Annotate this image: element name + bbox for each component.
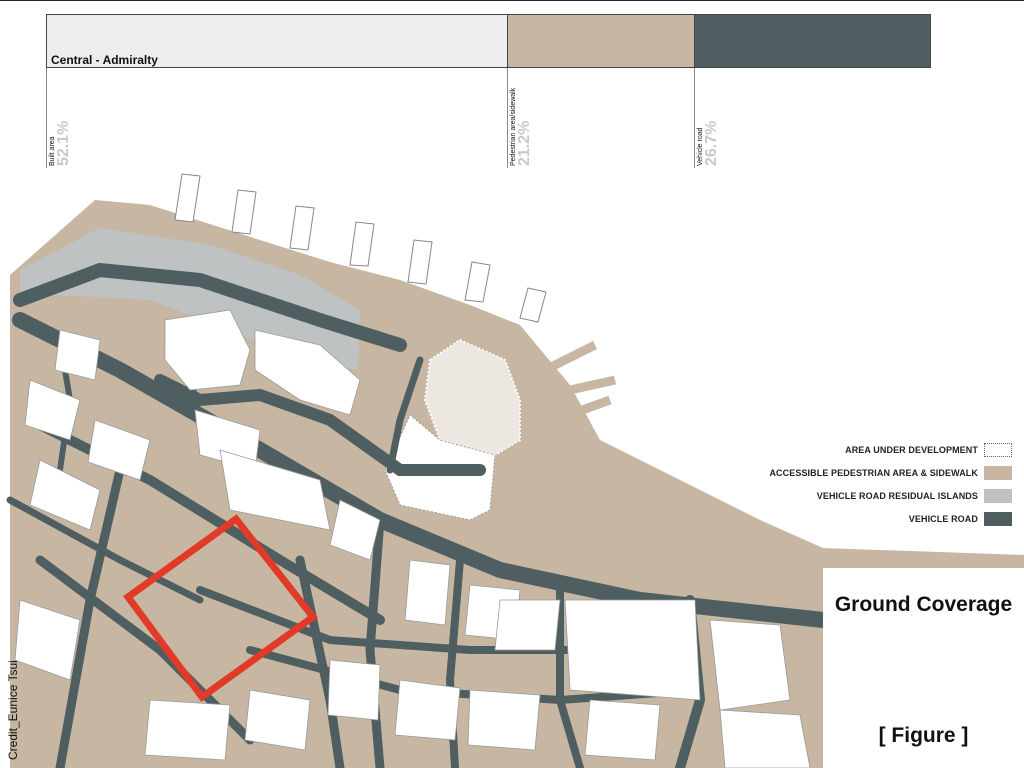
- legend-swatch-road: [984, 511, 1012, 526]
- legend-label: AREA UNDER DEVELOPMENT: [845, 444, 978, 455]
- bar-title: Central - Admiralty: [51, 53, 158, 67]
- divider-built: [46, 68, 47, 168]
- label-ped-percent: 21.2%: [516, 120, 533, 166]
- bar-segment-road: [694, 14, 931, 68]
- panel-title: Ground Coverage: [834, 593, 1013, 616]
- pier-icon: [519, 287, 547, 323]
- legend-label: VEHICLE ROAD: [908, 513, 978, 524]
- credit-text: Credit_Eunice Tsui: [6, 660, 20, 760]
- legend-row-road: VEHICLE ROAD: [769, 510, 1012, 527]
- label-built: Built area 52.1%: [49, 121, 72, 166]
- pier-icon: [464, 261, 491, 303]
- pier-icon: [407, 239, 433, 285]
- legend-swatch-residual: [984, 488, 1012, 503]
- map-legend: AREA UNDER DEVELOPMENT ACCESSIBLE PEDEST…: [769, 441, 1012, 533]
- pier-icon: [289, 205, 315, 251]
- label-built-percent: 52.1%: [55, 120, 72, 166]
- label-road-percent: 26.7%: [703, 120, 720, 166]
- legend-swatch-pedestrian: [984, 465, 1012, 480]
- pier-icon: [349, 221, 375, 267]
- divider-road: [694, 68, 695, 168]
- label-road: Vehicle road 26.7%: [697, 121, 720, 166]
- label-ped: Pedestrian area/sidewalk 21.2%: [510, 88, 533, 166]
- pier-icon: [231, 189, 257, 235]
- pier-icon: [174, 173, 201, 223]
- legend-row-development: AREA UNDER DEVELOPMENT: [769, 441, 1012, 458]
- legend-label: VEHICLE ROAD RESIDUAL ISLANDS: [816, 490, 978, 501]
- divider-ped: [507, 68, 508, 168]
- caption-panel: Ground Coverage [ Figure ]: [823, 568, 1024, 768]
- legend-label: ACCESSIBLE PEDESTRIAN AREA & SIDEWALK: [769, 467, 978, 478]
- legend-swatch-development: [984, 442, 1012, 457]
- figure-placeholder: [ Figure ]: [878, 724, 969, 747]
- bar-segment-pedestrian: [507, 14, 695, 68]
- legend-row-residual: VEHICLE ROAD RESIDUAL ISLANDS: [769, 487, 1012, 504]
- pedestrian-area-east: [823, 548, 1024, 568]
- legend-row-pedestrian: ACCESSIBLE PEDESTRIAN AREA & SIDEWALK: [769, 464, 1012, 481]
